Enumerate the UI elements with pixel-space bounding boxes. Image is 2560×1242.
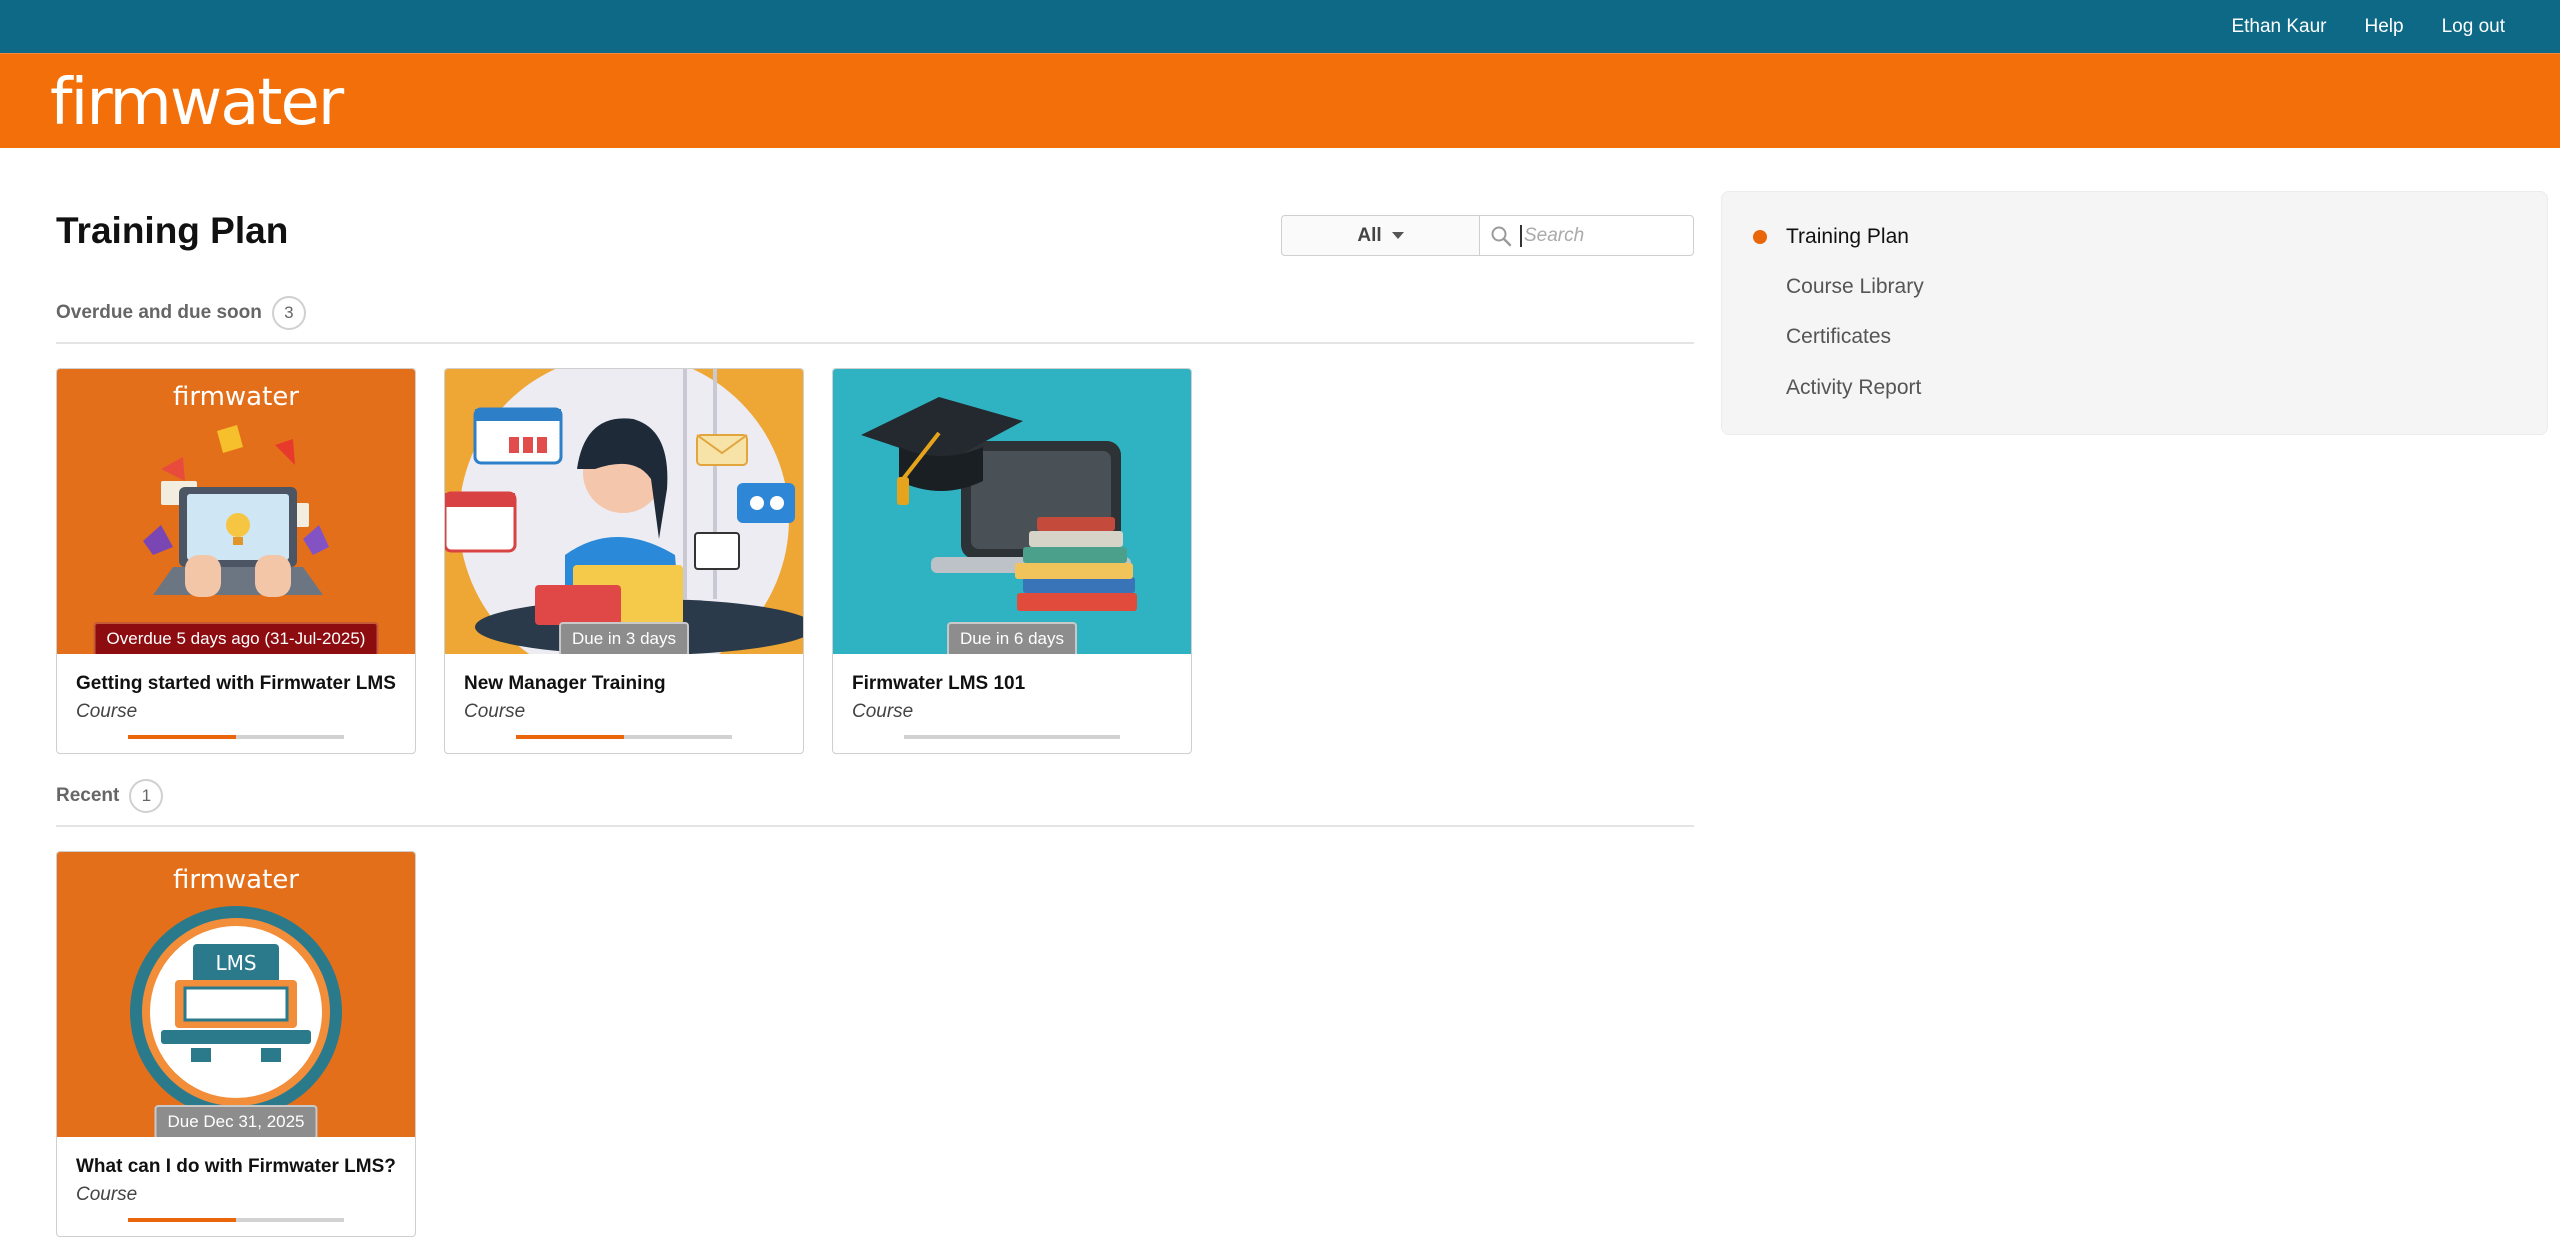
progress-bar (516, 735, 732, 739)
overdue-badge: Overdue 5 days ago (31-Jul-2025) (93, 622, 379, 654)
section-header-recent: Recent 1 (56, 779, 164, 813)
course-title: Firmwater LMS 101 (852, 673, 1026, 694)
section-header-overdue: Overdue and due soon 3 (56, 296, 306, 330)
course-title: Getting started with Firmwater LMS (76, 673, 396, 694)
active-indicator-dot (1753, 230, 1767, 244)
due-badge: Due in 6 days (947, 622, 1077, 654)
section-divider (56, 342, 1694, 344)
svg-text:firmwater: firmwater (173, 382, 299, 412)
filter-bar: All (1281, 215, 1694, 256)
course-thumbnail: firmwater Overdue 5 days ago (31-Jul-202… (57, 369, 415, 654)
svg-text:firmwater: firmwater (173, 865, 299, 895)
top-nav: Ethan Kaur Help Log out (2231, 0, 2505, 53)
search-icon (1491, 226, 1512, 246)
progress-bar (904, 735, 1120, 739)
sidebar-item-course-library[interactable]: Course Library (1786, 275, 1924, 299)
search-input[interactable] (1520, 224, 1670, 247)
course-title: New Manager Training (464, 673, 666, 694)
help-link[interactable]: Help (2365, 16, 2404, 38)
course-thumbnail: Due in 6 days (833, 369, 1191, 654)
course-title: What can I do with Firmwater LMS? (76, 1156, 396, 1177)
course-card[interactable]: Due in 6 days Firmwater LMS 101 Course (832, 368, 1192, 754)
course-type: Course (852, 701, 914, 722)
brand-bar: firmwater (0, 53, 2560, 148)
progress-fill (128, 1218, 236, 1222)
top-bar: Ethan Kaur Help Log out (0, 0, 2560, 53)
chevron-down-icon (1391, 232, 1404, 239)
svg-text:LMS: LMS (215, 951, 256, 975)
user-menu-link[interactable]: Ethan Kaur (2231, 16, 2326, 38)
search-box (1480, 216, 1693, 255)
firmwater-logo[interactable]: firmwater (50, 68, 344, 138)
sidebar-nav: Training Plan Course Library Certificate… (1721, 191, 2548, 435)
course-card[interactable]: firmwater LMS Due Dec 31, 2025 What can … (56, 851, 416, 1237)
progress-bar (128, 735, 344, 739)
section-divider (56, 825, 1694, 827)
course-type: Course (464, 701, 526, 722)
sidebar-item-activity-report[interactable]: Activity Report (1786, 376, 1921, 400)
due-badge: Due Dec 31, 2025 (154, 1105, 318, 1137)
logout-link[interactable]: Log out (2442, 16, 2505, 38)
course-card[interactable]: firmwater Overdue 5 days ago (31-Jul-202… (56, 368, 416, 754)
course-type: Course (76, 701, 138, 722)
progress-fill (516, 735, 624, 739)
progress-fill (128, 735, 236, 739)
section-label: Overdue and due soon (56, 302, 262, 323)
due-badge: Due in 3 days (559, 622, 689, 654)
page-title: Training Plan (56, 210, 289, 251)
section-count-badge: 3 (271, 296, 306, 330)
filter-dropdown[interactable]: All (1282, 216, 1480, 255)
section-label: Recent (56, 785, 120, 806)
course-thumbnail: firmwater LMS Due Dec 31, 2025 (57, 852, 415, 1137)
section-count-badge: 1 (129, 779, 164, 813)
sidebar-item-certificates[interactable]: Certificates (1786, 325, 1891, 349)
sidebar-item-training-plan[interactable]: Training Plan (1786, 225, 1909, 249)
filter-selected-value: All (1357, 224, 1382, 246)
course-type: Course (76, 1184, 138, 1205)
progress-bar (128, 1218, 344, 1222)
course-thumbnail: Due in 3 days (445, 369, 803, 654)
course-card[interactable]: Due in 3 days New Manager Training Cours… (444, 368, 804, 754)
